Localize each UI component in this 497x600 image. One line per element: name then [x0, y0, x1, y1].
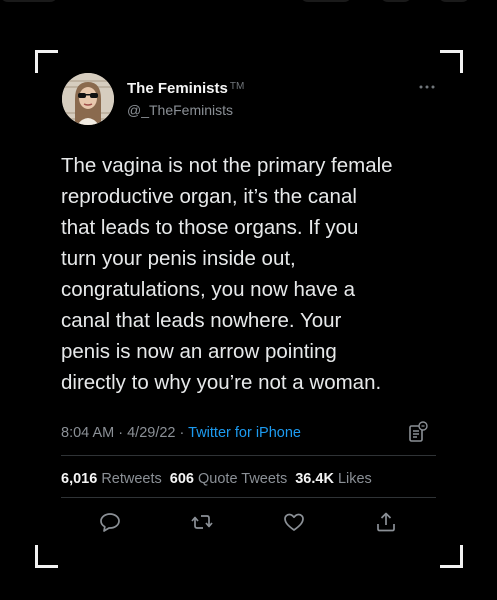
tweet-text: The vagina is not the primary female rep…: [61, 150, 446, 398]
analytics-icon[interactable]: [407, 421, 429, 443]
cutoff-shape: [0, 0, 58, 2]
tweet-text-line: reproductive organ, it’s the canal: [61, 185, 357, 208]
tweet-text-line: turn your penis inside out,: [61, 247, 296, 270]
share-icon[interactable]: [374, 510, 398, 534]
crop-corner-top-right: [440, 50, 463, 73]
tweet-text-line: that leads to those organs. If you: [61, 216, 359, 239]
quote-tweets-count: 606: [169, 471, 194, 487]
retweets-stat[interactable]: 6,016 Retweets: [61, 471, 162, 487]
crop-corner-bottom-right: [440, 545, 463, 568]
crop-corner-top-left: [35, 50, 58, 73]
cutoff-shape: [438, 0, 470, 2]
retweet-icon[interactable]: [190, 510, 214, 534]
tweet-text-line: The vagina is not the primary female: [61, 154, 393, 177]
author-name-row[interactable]: The Feminists TM: [127, 80, 244, 98]
quote-tweets-label: Quote Tweets: [198, 471, 288, 487]
tweet-text-line: canal that leads nowhere. Your: [61, 309, 342, 332]
meta-separator: ·: [118, 425, 124, 441]
retweets-label: Retweets: [101, 471, 162, 487]
top-cutoff-controls: [0, 0, 497, 6]
cutoff-shape: [380, 0, 412, 2]
divider: [61, 455, 436, 456]
quote-tweets-stat[interactable]: 606 Quote Tweets: [170, 471, 287, 487]
cutoff-shape: [300, 0, 352, 2]
author-display-name[interactable]: The Feminists: [127, 80, 228, 98]
likes-count: 36.4K: [295, 471, 334, 487]
tweet-text-line: penis is now an arrow pointing: [61, 340, 337, 363]
likes-label: Likes: [337, 471, 372, 487]
engagement-stats: 6,016 Retweets 606 Quote Tweets 36.4K Like…: [61, 470, 372, 488]
avatar[interactable]: [62, 73, 114, 125]
avatar-image: [62, 73, 114, 125]
more-icon[interactable]: [419, 80, 435, 90]
tweet-time[interactable]: 8:04 AM: [61, 425, 114, 441]
trademark-badge: TM: [229, 81, 245, 92]
reply-icon[interactable]: [98, 510, 122, 534]
author-handle[interactable]: @_TheFeminists: [127, 101, 233, 119]
tweet-date[interactable]: 4/29/22: [127, 425, 175, 441]
tweet-text-line: congratulations, you now have a: [61, 278, 356, 301]
meta-separator: ·: [179, 425, 185, 441]
likes-stat[interactable]: 36.4K Likes: [295, 471, 372, 487]
crop-corner-bottom-left: [35, 545, 58, 568]
divider: [61, 497, 436, 498]
tweet-meta: 8:04 AM · 4/29/22 · Twitter for iPhone: [61, 424, 301, 442]
tweet-source-link[interactable]: Twitter for iPhone: [188, 425, 301, 441]
like-icon[interactable]: [282, 510, 306, 534]
tweet-action-bar: [0, 510, 497, 536]
tweet-text-line: directly to why you’re not a woman.: [61, 371, 382, 394]
retweets-count: 6,016: [61, 471, 98, 487]
